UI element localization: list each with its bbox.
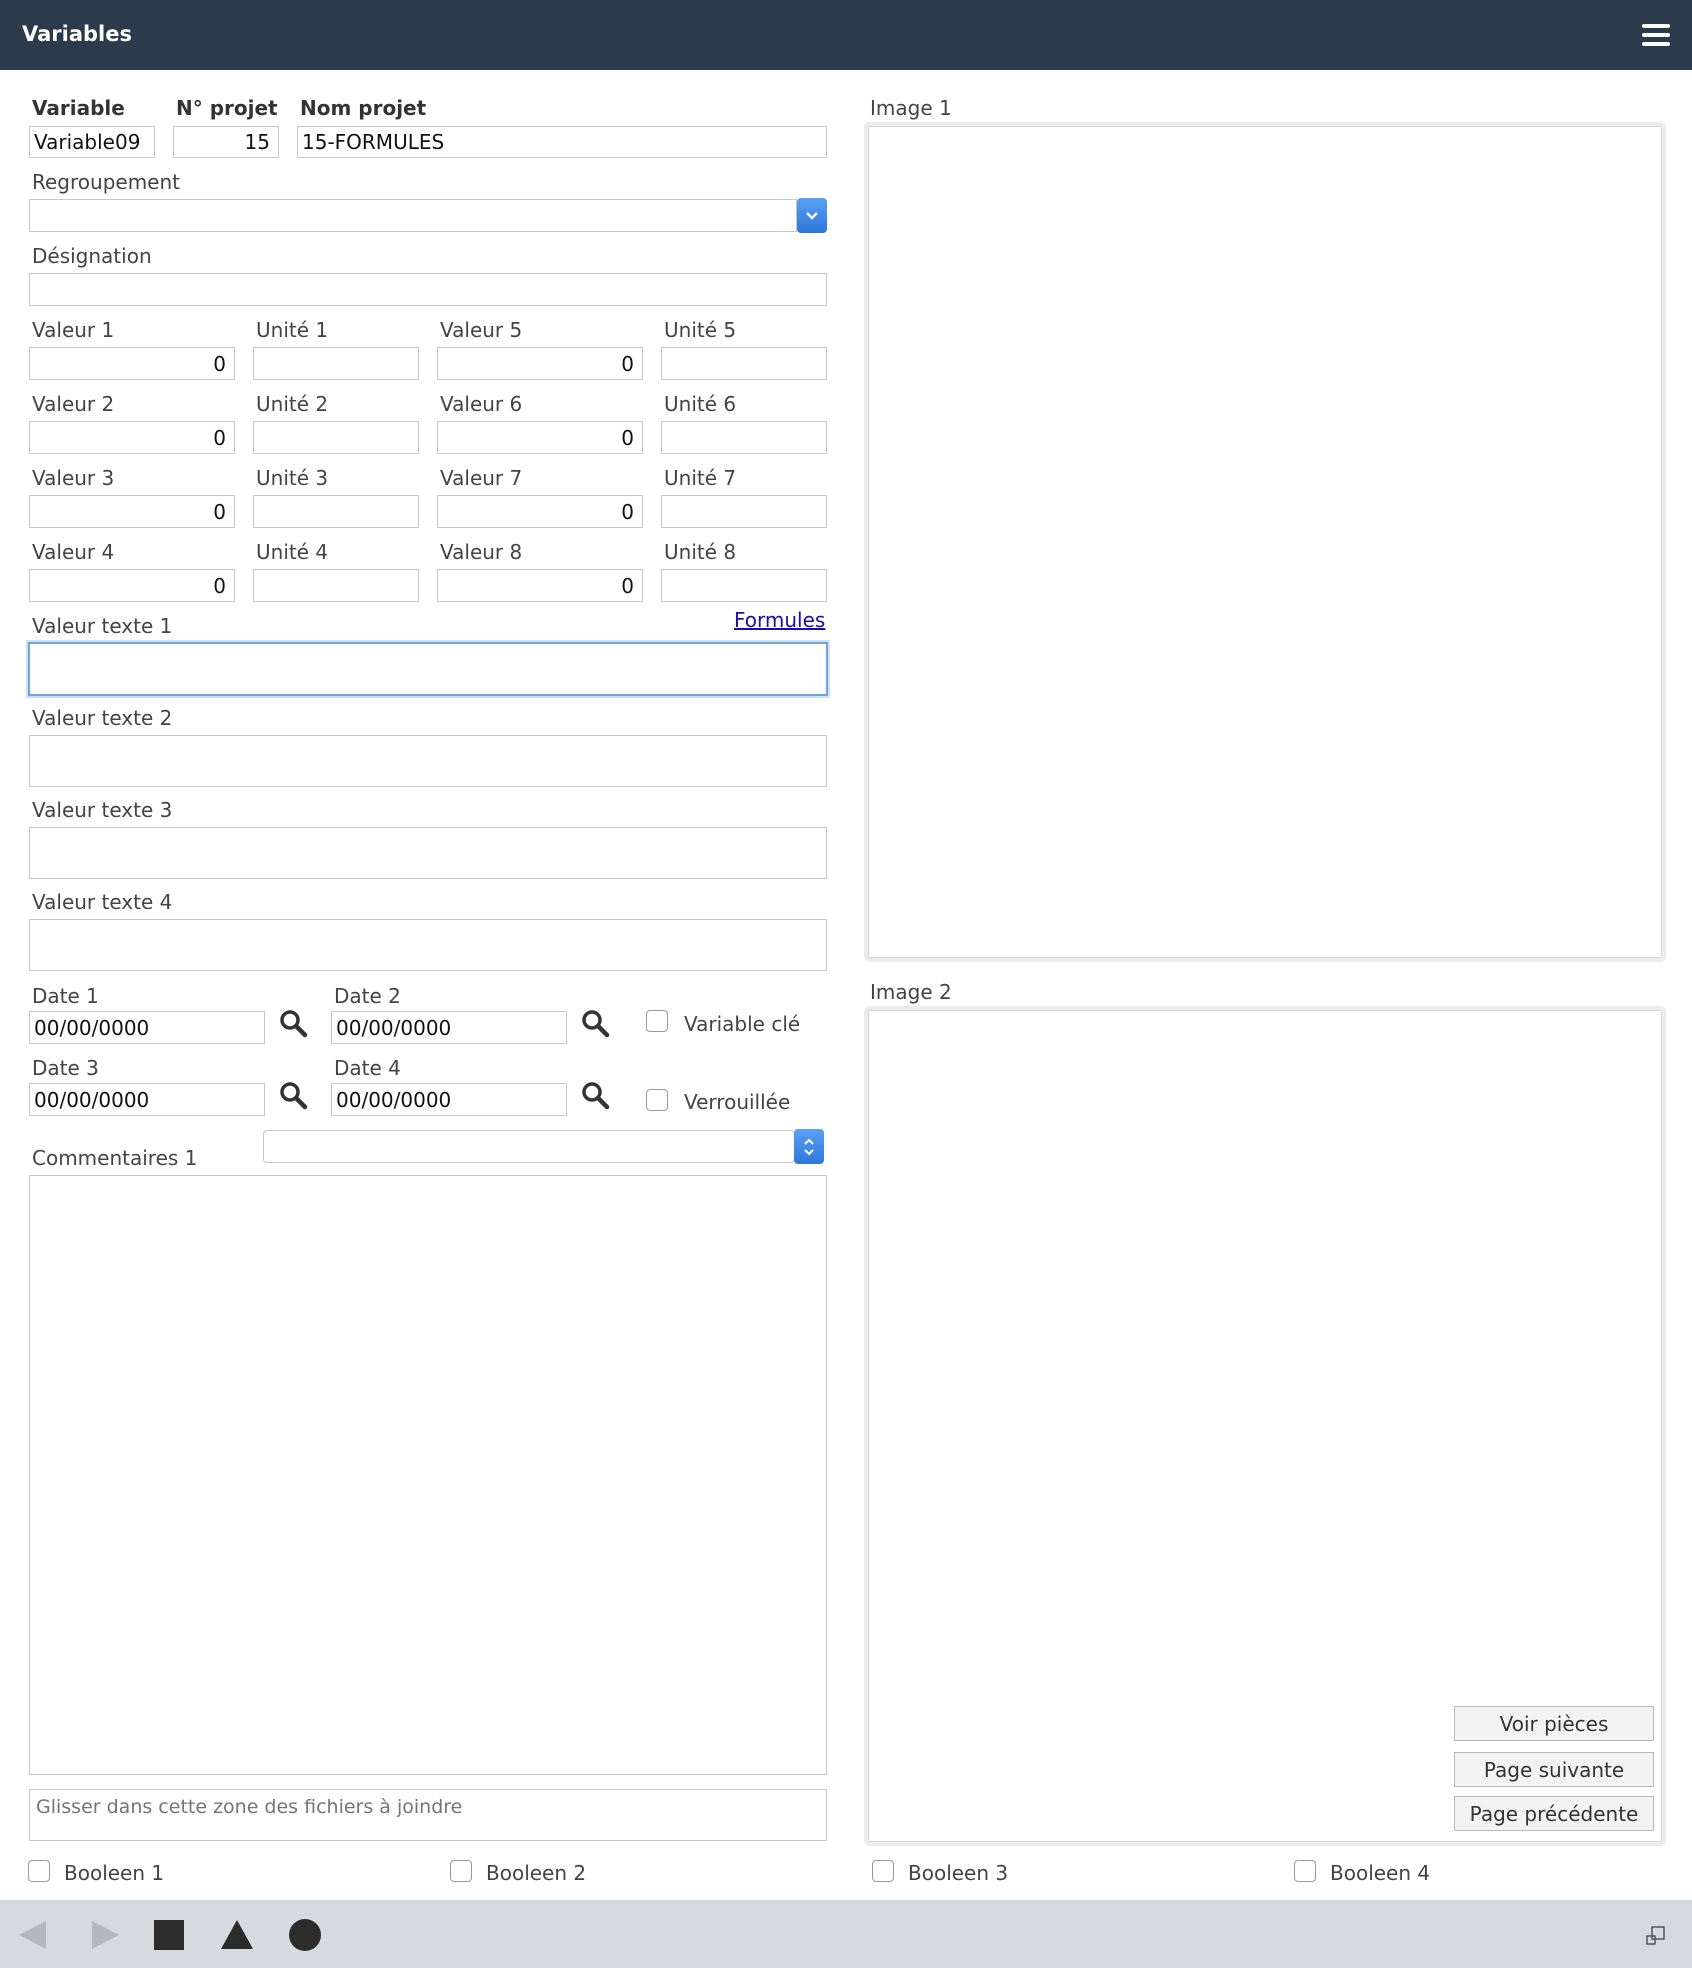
image-1-label: Image 1 xyxy=(870,96,952,120)
unite-3-field[interactable] xyxy=(253,495,419,528)
valeur-3-field[interactable] xyxy=(29,495,235,528)
unite-label: Unité 7 xyxy=(664,466,737,490)
booleen-4-checkbox[interactable] xyxy=(1294,1860,1316,1882)
valeur-label: Valeur 3 xyxy=(32,466,115,490)
valeur-texte-1-field[interactable] xyxy=(28,642,828,696)
search-icon[interactable] xyxy=(580,1008,610,1038)
unite-6-field[interactable] xyxy=(661,421,827,454)
valeur-texte-3-field[interactable] xyxy=(29,827,827,879)
unite-label: Unité 5 xyxy=(664,318,737,342)
variable-cle-checkbox[interactable] xyxy=(646,1010,668,1032)
projet-num-label: N° projet xyxy=(176,96,278,120)
date-label: Date 4 xyxy=(334,1056,401,1080)
bottom-toolbar xyxy=(0,1900,1692,1968)
designation-label: Désignation xyxy=(32,244,152,268)
window-title: Variables xyxy=(22,22,132,46)
booleen-1-label: Booleen 1 xyxy=(64,1861,165,1885)
voir-pieces-button[interactable]: Voir pièces xyxy=(1454,1706,1654,1741)
valeur-label: Valeur 5 xyxy=(440,318,523,342)
valeur-texte-label: Valeur texte 1 xyxy=(32,614,173,638)
projet-num-field[interactable] xyxy=(173,126,279,158)
regroupement-select[interactable] xyxy=(29,199,797,232)
triangle-icon[interactable] xyxy=(220,1918,254,1950)
unite-label: Unité 8 xyxy=(664,540,737,564)
page-precedente-button[interactable]: Page précédente xyxy=(1454,1796,1654,1831)
date-4-field[interactable] xyxy=(331,1083,567,1116)
booleen-3-checkbox[interactable] xyxy=(872,1860,894,1882)
variable-field[interactable] xyxy=(29,126,155,158)
commentaires-label: Commentaires 1 xyxy=(32,1146,198,1170)
search-icon[interactable] xyxy=(580,1080,610,1110)
valeur-6-field[interactable] xyxy=(437,421,643,454)
valeur-texte-label: Valeur texte 2 xyxy=(32,706,173,730)
date-3-field[interactable] xyxy=(29,1083,265,1116)
projet-nom-label: Nom projet xyxy=(300,96,427,120)
valeur-label: Valeur 7 xyxy=(440,466,523,490)
variable-cle-label: Variable clé xyxy=(684,1012,801,1036)
formules-link[interactable]: Formules xyxy=(734,608,825,632)
unite-label: Unité 3 xyxy=(256,466,329,490)
valeur-1-field[interactable] xyxy=(29,347,235,380)
valeur-texte-2-field[interactable] xyxy=(29,735,827,787)
unite-5-field[interactable] xyxy=(661,347,827,380)
date-label: Date 3 xyxy=(32,1056,99,1080)
chevron-updown-icon xyxy=(804,1138,814,1155)
unite-1-field[interactable] xyxy=(253,347,419,380)
circle-icon[interactable] xyxy=(288,1918,322,1952)
variable-label: Variable xyxy=(32,96,125,120)
page-suivante-button[interactable]: Page suivante xyxy=(1454,1752,1654,1787)
unite-label: Unité 2 xyxy=(256,392,329,416)
unite-label: Unité 6 xyxy=(664,392,737,416)
booleen-2-label: Booleen 2 xyxy=(486,1861,587,1885)
attachment-dropzone[interactable] xyxy=(29,1789,827,1841)
regroupement-dropdown-button[interactable] xyxy=(797,198,827,233)
booleen-1-checkbox[interactable] xyxy=(28,1860,50,1882)
unite-7-field[interactable] xyxy=(661,495,827,528)
designation-field[interactable] xyxy=(29,273,827,306)
date-label: Date 1 xyxy=(32,984,99,1008)
valeur-8-field[interactable] xyxy=(437,569,643,602)
valeur-label: Valeur 8 xyxy=(440,540,523,564)
date-1-field[interactable] xyxy=(29,1011,265,1044)
verrouillee-checkbox[interactable] xyxy=(646,1089,668,1111)
verrouillee-label: Verrouillée xyxy=(684,1090,791,1114)
valeur-label: Valeur 1 xyxy=(32,318,115,342)
image-2-label: Image 2 xyxy=(870,980,952,1004)
booleen-2-checkbox[interactable] xyxy=(450,1860,472,1882)
search-icon[interactable] xyxy=(278,1008,308,1038)
booleen-4-label: Booleen 4 xyxy=(1330,1861,1431,1885)
commentaires-dropdown-button[interactable] xyxy=(794,1129,824,1164)
valeur-7-field[interactable] xyxy=(437,495,643,528)
valeur-4-field[interactable] xyxy=(29,569,235,602)
title-bar: Variables xyxy=(0,0,1692,70)
valeur-label: Valeur 2 xyxy=(32,392,115,416)
regroupement-label: Regroupement xyxy=(32,170,180,194)
unite-label: Unité 1 xyxy=(256,318,329,342)
unite-label: Unité 4 xyxy=(256,540,329,564)
square-icon[interactable] xyxy=(154,1920,184,1950)
projet-nom-field[interactable] xyxy=(297,126,827,158)
unite-8-field[interactable] xyxy=(661,569,827,602)
valeur-5-field[interactable] xyxy=(437,347,643,380)
menu-icon[interactable] xyxy=(1642,24,1670,46)
booleen-3-label: Booleen 3 xyxy=(908,1861,1009,1885)
valeur-texte-label: Valeur texte 3 xyxy=(32,798,173,822)
date-label: Date 2 xyxy=(334,984,401,1008)
valeur-2-field[interactable] xyxy=(29,421,235,454)
valeur-texte-4-field[interactable] xyxy=(29,919,827,971)
commentaires-textarea[interactable] xyxy=(29,1175,827,1775)
resize-icon[interactable] xyxy=(1646,1926,1666,1946)
chevron-down-icon xyxy=(806,211,818,220)
next-icon[interactable] xyxy=(88,1918,122,1952)
date-2-field[interactable] xyxy=(331,1011,567,1044)
valeur-label: Valeur 4 xyxy=(32,540,115,564)
search-icon[interactable] xyxy=(278,1080,308,1110)
valeur-label: Valeur 6 xyxy=(440,392,523,416)
valeur-texte-label: Valeur texte 4 xyxy=(32,890,173,914)
image-1-area[interactable] xyxy=(864,122,1666,962)
unite-2-field[interactable] xyxy=(253,421,419,454)
unite-4-field[interactable] xyxy=(253,569,419,602)
previous-icon[interactable] xyxy=(16,1918,50,1952)
commentaires-select[interactable] xyxy=(263,1130,795,1163)
